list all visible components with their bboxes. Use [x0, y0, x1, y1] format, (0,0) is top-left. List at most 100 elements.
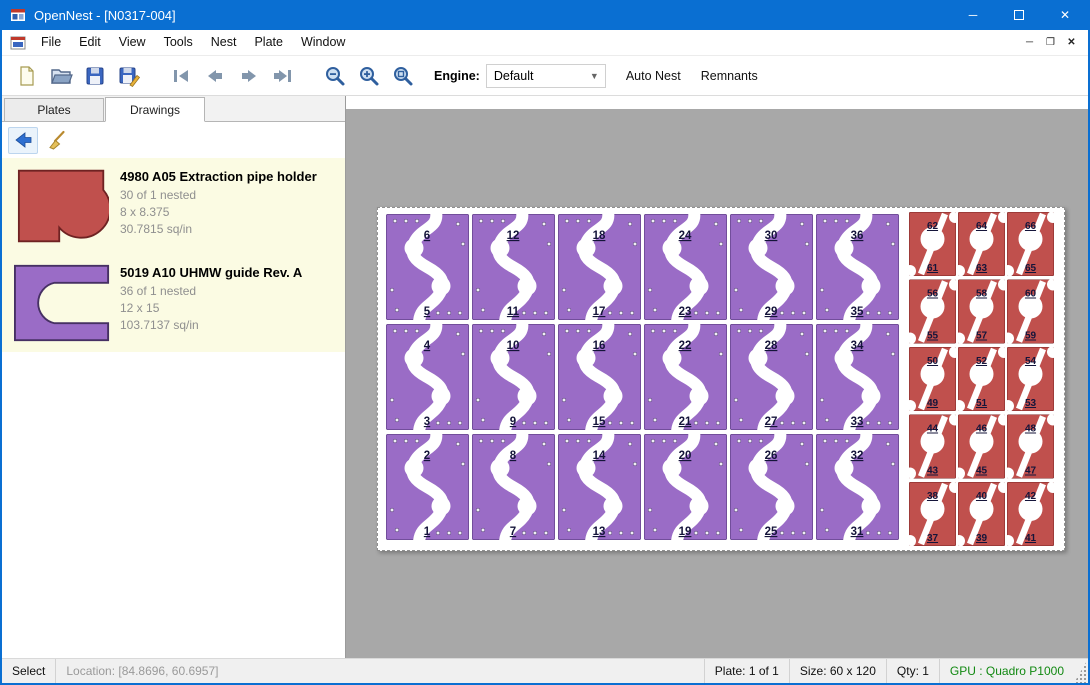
svg-text:1: 1 [424, 526, 431, 538]
svg-text:61: 61 [927, 263, 939, 274]
menu-window[interactable]: Window [292, 30, 354, 55]
auto-nest-button[interactable]: Auto Nest [616, 63, 691, 89]
first-plate-button[interactable] [164, 60, 198, 92]
next-plate-button[interactable] [232, 60, 266, 92]
tab-plates[interactable]: Plates [4, 98, 104, 121]
menu-file[interactable]: File [32, 30, 70, 55]
menu-list: FileEditViewToolsNestPlateWindow [32, 30, 354, 55]
blue-arrow-icon [13, 131, 33, 149]
zoom-in-icon [357, 64, 381, 88]
next-arrow-icon [237, 64, 261, 88]
menu-plate[interactable]: Plate [245, 30, 292, 55]
nested-part-pair-purple[interactable]: 109 [472, 322, 555, 432]
nested-part-pair-purple[interactable]: 1211 [472, 212, 555, 322]
nested-part-pair-purple[interactable]: 14 13 [558, 432, 641, 542]
nest-drawing: 6512111817242330293635431091615222128273… [378, 208, 1064, 550]
nested-part-pair-red[interactable]: 3837 [904, 481, 961, 547]
svg-text:44: 44 [927, 424, 939, 435]
svg-text:25: 25 [765, 526, 778, 538]
menu-view[interactable]: View [110, 30, 155, 55]
part-size: 12 x 15 [120, 300, 302, 317]
zoom-out-button[interactable] [318, 60, 352, 92]
nested-part-pair-purple[interactable]: 87 [472, 432, 555, 542]
mdi-window-controls: ─ ❐ ✕ [1019, 34, 1088, 52]
drawings-toolbar [2, 122, 345, 158]
mdi-restore-button[interactable]: ❐ [1040, 34, 1061, 52]
minimize-button[interactable]: ─ [950, 0, 996, 30]
nested-part-pair-red[interactable]: 5049 [904, 346, 961, 412]
save-as-icon [117, 64, 141, 88]
nested-part-pair-red[interactable]: 5655 [904, 279, 961, 345]
open-button[interactable] [44, 60, 78, 92]
engine-select[interactable]: Default ▼ [486, 64, 606, 88]
nested-part-pair-red[interactable]: 4241 [1002, 481, 1059, 547]
previous-plate-button[interactable] [198, 60, 232, 92]
nested-part-pair-purple[interactable]: 3635 [816, 212, 899, 322]
nested-part-pair-red[interactable]: 5857 [953, 279, 1010, 345]
svg-text:46: 46 [976, 424, 988, 435]
return-part-button[interactable] [8, 127, 38, 154]
menu-tools[interactable]: Tools [155, 30, 202, 55]
gpu-indicator: GPU : Quadro P1000 [939, 659, 1074, 683]
nested-part-pair-purple[interactable]: 2019 [644, 432, 727, 542]
menu-nest[interactable]: Nest [202, 30, 246, 55]
nested-part-pair-red[interactable]: 4443 [904, 414, 961, 480]
clear-button[interactable] [42, 127, 72, 154]
nested-part-pair-purple[interactable]: 2221 [644, 322, 727, 432]
menu-edit[interactable]: Edit [70, 30, 110, 55]
nested-part-pair-purple[interactable]: 2423 [644, 212, 727, 322]
svg-text:13: 13 [593, 526, 606, 538]
mdi-close-button[interactable]: ✕ [1061, 34, 1082, 52]
nested-part-pair-purple[interactable]: 43 [386, 322, 469, 432]
nested-part-pair-red[interactable]: 4645 [953, 414, 1010, 480]
nested-part-pair-red[interactable]: 5453 [1002, 346, 1059, 412]
nested-part-pair-red[interactable]: 4847 [1002, 414, 1059, 480]
nested-part-pair-purple[interactable]: 65 [386, 212, 469, 322]
mdi-minimize-button[interactable]: ─ [1019, 34, 1040, 52]
svg-text:33: 33 [851, 416, 864, 428]
tab-drawings[interactable]: Drawings [105, 97, 205, 122]
nested-part-pair-red[interactable]: 4039 [953, 481, 1010, 547]
last-arrow-icon [271, 64, 295, 88]
nested-part-pair-red[interactable]: 6665 [1002, 211, 1059, 277]
nested-part-pair-red[interactable]: 6261 [904, 211, 961, 277]
nested-part-pair-red[interactable]: 5251 [953, 346, 1010, 412]
nested-part-pair-red[interactable]: 6059 [1002, 279, 1059, 345]
svg-text:7: 7 [510, 526, 516, 538]
zoom-in-button[interactable] [352, 60, 386, 92]
plate[interactable]: 6512111817242330293635431091615222128273… [377, 207, 1065, 551]
nested-part-pair-purple[interactable]: 21 [386, 432, 469, 542]
chevron-down-icon: ▼ [590, 71, 605, 81]
svg-text:14: 14 [593, 450, 606, 462]
save-as-button[interactable] [112, 60, 146, 92]
nested-part-pair-purple[interactable]: 2827 [730, 322, 813, 432]
nested-part-pair-purple[interactable]: 3029 [730, 212, 813, 322]
resize-grip[interactable] [1074, 659, 1088, 683]
nest-canvas[interactable]: 6512111817242330293635431091615222128273… [346, 96, 1088, 658]
nested-part-pair-purple[interactable]: 3433 [816, 322, 899, 432]
zoom-fit-button[interactable] [386, 60, 420, 92]
drawing-list-item[interactable]: 4980 A05 Extraction pipe holder30 of 1 n… [2, 158, 345, 254]
svg-text:6: 6 [424, 230, 430, 242]
document-icon[interactable] [10, 36, 26, 50]
close-button[interactable]: ✕ [1042, 0, 1088, 30]
nested-part-pair-purple[interactable]: 1615 [558, 322, 641, 432]
new-button[interactable] [10, 60, 44, 92]
save-button[interactable] [78, 60, 112, 92]
maximize-button[interactable] [996, 0, 1042, 30]
drawing-list-item[interactable]: 5019 A10 UHMW guide Rev. A36 of 1 nested… [2, 254, 345, 352]
nested-part-pair-purple[interactable]: 3231 [816, 432, 899, 542]
nested-part-pair-red[interactable]: 6463 [953, 211, 1010, 277]
svg-text:21: 21 [679, 416, 692, 428]
svg-text:3: 3 [424, 416, 430, 428]
svg-text:47: 47 [1025, 466, 1037, 477]
broom-icon [47, 130, 67, 150]
svg-text:24: 24 [679, 230, 692, 242]
remnants-button[interactable]: Remnants [691, 63, 768, 89]
left-panel-tabs: PlatesDrawings [2, 96, 345, 122]
svg-text:51: 51 [976, 398, 988, 409]
last-plate-button[interactable] [266, 60, 300, 92]
nested-part-pair-purple[interactable]: 1817 [558, 212, 641, 322]
cursor-location: Location: [84.8696, 60.6957] [56, 659, 228, 683]
nested-part-pair-purple[interactable]: 2625 [730, 432, 813, 542]
